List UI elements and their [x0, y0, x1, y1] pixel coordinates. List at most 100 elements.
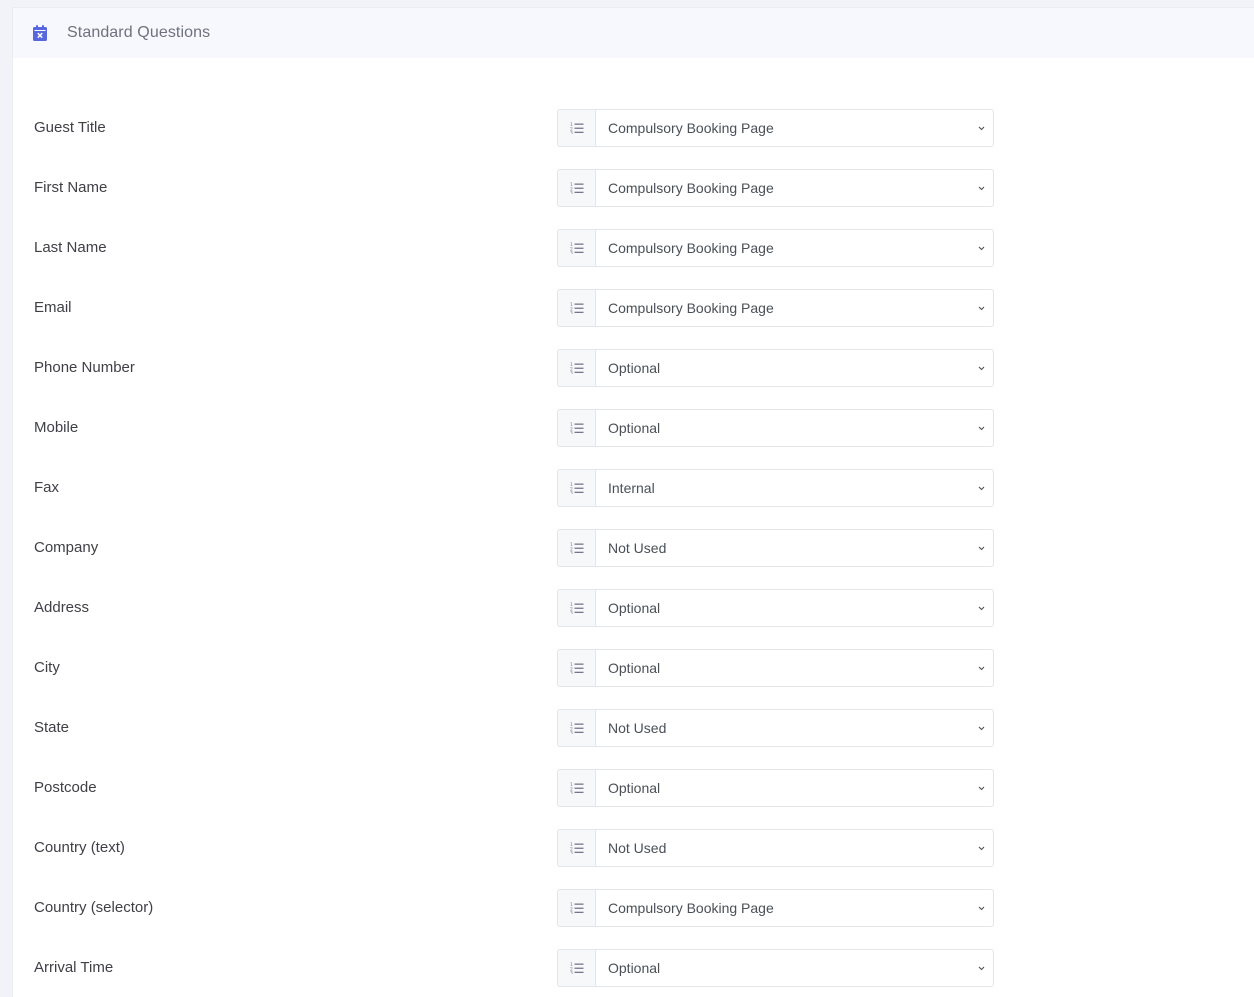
- svg-text:3: 3: [570, 851, 573, 855]
- chevron-down-icon: [977, 484, 985, 492]
- select-value: Internal: [608, 480, 655, 496]
- question-visibility-select[interactable]: Not Used: [595, 829, 994, 867]
- question-row: Mobile 1 2 3 Optional: [13, 409, 1254, 469]
- question-row: Fax 1 2 3 Internal: [13, 469, 1254, 529]
- question-visibility-select[interactable]: Optional: [595, 589, 994, 627]
- question-select-group: 1 2 3 Optional: [557, 949, 994, 987]
- select-value: Optional: [608, 600, 661, 616]
- question-visibility-select[interactable]: Not Used: [595, 709, 994, 747]
- ordered-list-icon: 123: [557, 229, 595, 267]
- question-label: Country (selector): [34, 899, 154, 916]
- select-value: Optional: [608, 360, 661, 376]
- ordered-list-icon: 123: [557, 889, 595, 927]
- question-row: Phone Number 1 2 3 Optional: [13, 349, 1254, 409]
- select-value: Compulsory Booking Page: [608, 240, 774, 256]
- svg-text:3: 3: [570, 911, 573, 915]
- ordered-list-icon: 123: [557, 769, 595, 807]
- ordered-list-icon: 123: [557, 589, 595, 627]
- question-select-group: 1 2 3 Not Used: [557, 529, 994, 567]
- ordered-list-icon: 123: [557, 169, 595, 207]
- svg-text:3: 3: [570, 791, 573, 795]
- svg-text:3: 3: [570, 971, 573, 975]
- question-row: Country (text) 1 2 3 Not Used: [13, 829, 1254, 889]
- ordered-list-icon: 123: [557, 349, 595, 387]
- question-select-group: 1 2 3 Optional: [557, 769, 994, 807]
- ordered-list-icon: 123: [557, 649, 595, 687]
- svg-text:3: 3: [570, 611, 573, 615]
- question-visibility-select[interactable]: Compulsory Booking Page: [595, 109, 994, 147]
- card-header: Standard Questions: [13, 8, 1254, 58]
- standard-questions-card: Standard Questions Guest Title 1 2 3 Compuls…: [12, 7, 1254, 997]
- question-row: Arrival Time 1 2 3 Optional: [13, 949, 1254, 997]
- question-row: City 1 2 3 Optional: [13, 649, 1254, 709]
- chevron-down-icon: [977, 364, 985, 372]
- chevron-down-icon: [977, 784, 985, 792]
- question-label: Email: [34, 299, 72, 316]
- question-label: Mobile: [34, 419, 79, 436]
- question-select-group: 1 2 3 Optional: [557, 589, 994, 627]
- question-label: Guest Title: [34, 119, 106, 136]
- question-select-group: 1 2 3 Optional: [557, 649, 994, 687]
- chevron-down-icon: [977, 604, 985, 612]
- question-row: Company 1 2 3 Not Used: [13, 529, 1254, 589]
- ordered-list-icon: 123: [557, 829, 595, 867]
- ordered-list-icon: 123: [557, 709, 595, 747]
- svg-text:3: 3: [570, 491, 573, 495]
- chevron-down-icon: [977, 724, 985, 732]
- chevron-down-icon: [977, 424, 985, 432]
- svg-text:3: 3: [570, 731, 573, 735]
- question-visibility-select[interactable]: Compulsory Booking Page: [595, 169, 994, 207]
- question-row: Address 1 2 3 Optional: [13, 589, 1254, 649]
- question-select-group: 1 2 3 Compulsory Booking Page: [557, 289, 994, 327]
- svg-text:3: 3: [570, 431, 573, 435]
- question-row: Postcode 1 2 3 Optional: [13, 769, 1254, 829]
- question-list: Guest Title 1 2 3 Compulsory Booking Page Fir…: [13, 109, 1254, 997]
- question-row: State 1 2 3 Not Used: [13, 709, 1254, 769]
- question-visibility-select[interactable]: Compulsory Booking Page: [595, 229, 994, 267]
- svg-text:3: 3: [570, 251, 573, 255]
- select-value: Not Used: [608, 540, 667, 556]
- question-label: First Name: [34, 179, 108, 196]
- question-label: Phone Number: [34, 359, 135, 376]
- card-title: Standard Questions: [67, 24, 211, 41]
- question-visibility-select[interactable]: Internal: [595, 469, 994, 507]
- select-value: Optional: [608, 420, 661, 436]
- select-value: Compulsory Booking Page: [608, 300, 774, 316]
- ordered-list-icon: 123: [557, 949, 595, 987]
- question-label: State: [34, 719, 70, 736]
- chevron-down-icon: [977, 544, 985, 552]
- question-visibility-select[interactable]: Compulsory Booking Page: [595, 289, 994, 327]
- ordered-list-icon: 123: [557, 409, 595, 447]
- svg-text:3: 3: [570, 671, 573, 675]
- svg-text:3: 3: [570, 551, 573, 555]
- question-select-group: 1 2 3 Compulsory Booking Page: [557, 889, 994, 927]
- question-select-group: 1 2 3 Optional: [557, 349, 994, 387]
- chevron-down-icon: [977, 904, 985, 912]
- chevron-down-icon: [977, 124, 985, 132]
- svg-text:3: 3: [570, 191, 573, 195]
- question-select-group: 1 2 3 Not Used: [557, 829, 994, 867]
- question-visibility-select[interactable]: Optional: [595, 409, 994, 447]
- calendar-x-icon: [33, 25, 47, 41]
- select-value: Not Used: [608, 840, 667, 856]
- ordered-list-icon: 123: [557, 109, 595, 147]
- question-row: First Name 1 2 3 Compulsory Booking Page: [13, 169, 1254, 229]
- chevron-down-icon: [977, 964, 985, 972]
- question-row: Guest Title 1 2 3 Compulsory Booking Page: [13, 109, 1254, 169]
- question-visibility-select[interactable]: Optional: [595, 769, 994, 807]
- question-visibility-select[interactable]: Compulsory Booking Page: [595, 889, 994, 927]
- question-visibility-select[interactable]: Optional: [595, 949, 994, 987]
- select-value: Optional: [608, 960, 661, 976]
- question-select-group: 1 2 3 Internal: [557, 469, 994, 507]
- select-value: Not Used: [608, 720, 667, 736]
- chevron-down-icon: [977, 184, 985, 192]
- question-visibility-select[interactable]: Optional: [595, 649, 994, 687]
- select-value: Optional: [608, 780, 661, 796]
- chevron-down-icon: [977, 664, 985, 672]
- question-visibility-select[interactable]: Not Used: [595, 529, 994, 567]
- chevron-down-icon: [977, 304, 985, 312]
- select-value: Compulsory Booking Page: [608, 180, 774, 196]
- ordered-list-icon: 123: [557, 469, 595, 507]
- question-select-group: 1 2 3 Compulsory Booking Page: [557, 229, 994, 267]
- question-visibility-select[interactable]: Optional: [595, 349, 994, 387]
